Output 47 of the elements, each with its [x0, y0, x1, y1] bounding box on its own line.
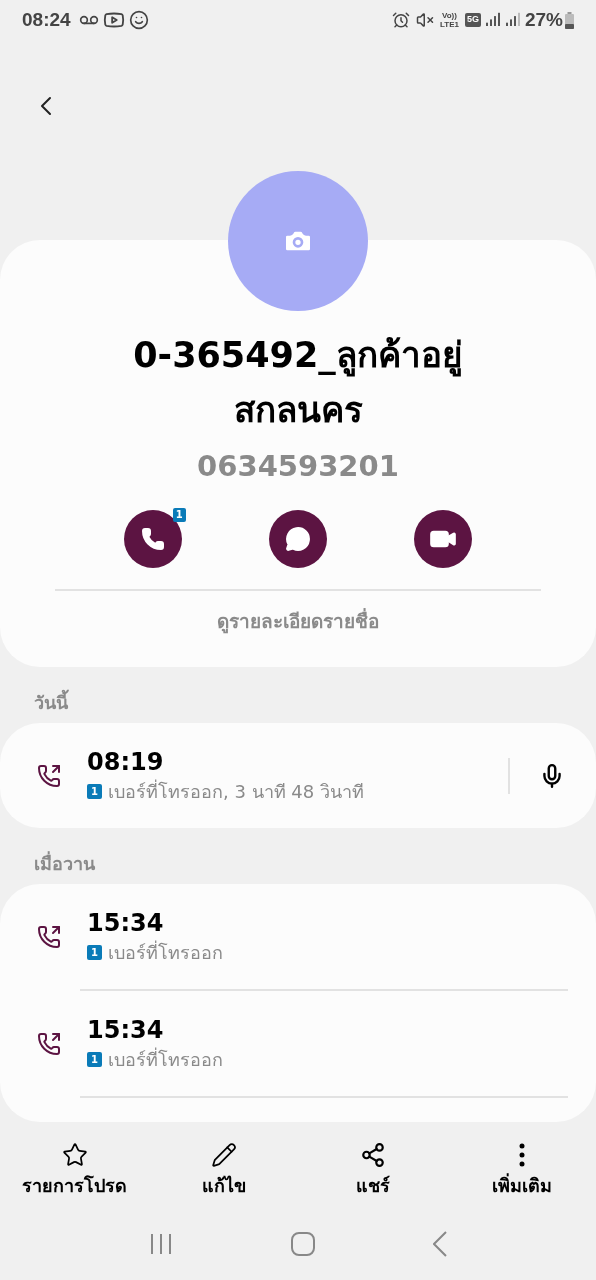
message-button[interactable] — [269, 510, 327, 568]
signal-icon — [504, 12, 521, 28]
bottom-action[interactable]: แชร์ — [298, 1141, 447, 1199]
call-time: 08:19 — [87, 747, 165, 778]
call-log-row[interactable]: 15:34 1 เบอร์ที่โทรออก — [0, 884, 596, 989]
alarm-icon — [392, 11, 410, 29]
lte-label: LTE1 — [440, 20, 459, 29]
bottom-action[interactable]: เพิ่มเติม — [447, 1141, 596, 1199]
more-icon — [518, 1142, 525, 1167]
outgoing-call-icon — [37, 763, 61, 788]
outgoing-call-icon — [37, 1031, 61, 1056]
share-icon — [359, 1141, 386, 1168]
call-log-row[interactable]: 15:34 1 เบอร์ที่โทรออก — [0, 991, 596, 1096]
call-detail: เบอร์ที่โทรออก — [107, 939, 223, 965]
battery-icon — [565, 11, 574, 29]
phone-icon — [140, 527, 165, 551]
sim-badge: 1 — [87, 945, 102, 960]
message-icon — [285, 526, 311, 552]
clock: 08:24 — [22, 7, 71, 32]
back-icon[interactable] — [433, 1231, 447, 1257]
signal-icon — [484, 12, 501, 28]
call-log-row[interactable]: 08:19 1 เบอร์ที่โทรออก, 3 นาที 48 วินาที — [0, 723, 596, 828]
battery-level: 27% — [524, 7, 563, 32]
phone-number: 0634593201 — [197, 448, 399, 485]
volte-label: Vo)) — [442, 11, 457, 20]
call-time: 15:34 — [87, 908, 165, 939]
outgoing-call-icon — [37, 924, 61, 949]
star-icon — [61, 1141, 88, 1168]
sim-badge: 1 — [172, 508, 186, 522]
date-heading: เมื่อวาน — [34, 850, 95, 876]
date-heading: วันนี้ — [34, 688, 68, 715]
call-detail: เบอร์ที่โทรออก — [107, 1046, 223, 1072]
call-detail: เบอร์ที่โทรออก, 3 นาที 48 วินาที — [107, 778, 364, 804]
mute-icon — [416, 11, 434, 29]
contact-name: สกลนคร — [233, 389, 363, 432]
sim-badge: 1 — [87, 784, 102, 799]
pencil-icon — [210, 1141, 237, 1168]
network-label: 5G — [464, 13, 481, 27]
call-time: 15:34 — [87, 1015, 165, 1046]
recents-icon[interactable] — [149, 1233, 173, 1255]
face-icon — [128, 10, 149, 30]
video-call-button[interactable] — [414, 510, 473, 568]
bottom-action[interactable]: แก้ไข — [149, 1141, 298, 1199]
sim-badge: 1 — [87, 1052, 102, 1067]
contact-name: 0-365492_ลูกค้าอยู่ — [133, 334, 463, 379]
home-icon[interactable] — [291, 1232, 315, 1256]
bottom-action[interactable]: รายการโปรด — [0, 1141, 149, 1199]
